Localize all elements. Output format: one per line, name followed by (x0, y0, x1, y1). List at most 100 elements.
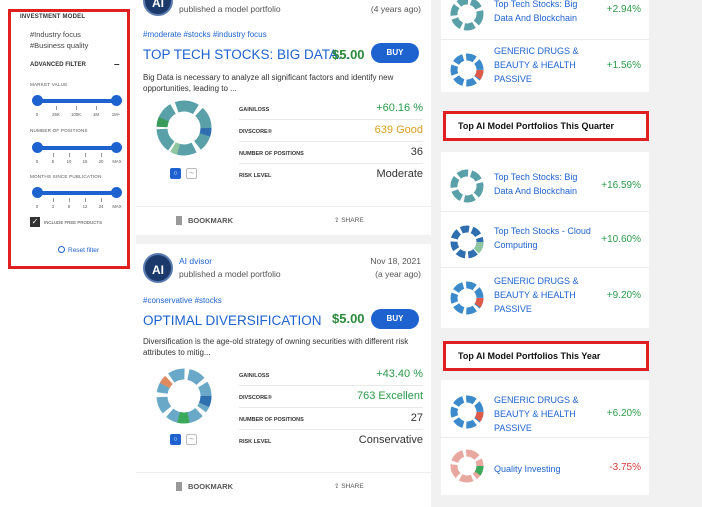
tick-label: 0 (35, 112, 39, 117)
list-item[interactable]: GENERIC DRUGS & BEAUTY & HEALTH PASSIVE … (441, 268, 649, 328)
allocation-donut-icon (450, 225, 484, 259)
stat-row: DIVSCORE® 763 Excellent (239, 388, 423, 408)
portfolio-tags[interactable]: #conservative #stocks (143, 296, 222, 305)
portfolio-description: Big Data is necessary to analyze all sig… (143, 73, 394, 93)
quarter-section-heading: Top AI Model Portfolios This Quarter (443, 111, 649, 141)
line-view-icon[interactable]: ∼ (186, 434, 197, 445)
portfolio-name[interactable]: GENERIC DRUGS & BEAUTY & HEALTH PASSIVE (494, 274, 594, 316)
stat-row: GAIN/LOSS +60.16 % (239, 100, 423, 120)
stat-label: RISK LEVEL (239, 439, 272, 445)
portfolio-name[interactable]: GENERIC DRUGS & BEAUTY & HEALTH PASSIVE (494, 44, 594, 86)
donut-view-icon[interactable]: ○ (170, 434, 181, 445)
bookmark-button[interactable]: BOOKMARK (176, 216, 233, 225)
positions-max-handle[interactable] (111, 142, 122, 153)
portfolio-tags[interactable]: #moderate #stocks #industry focus (143, 30, 267, 39)
tag-business-quality[interactable]: #Business quality (30, 41, 88, 50)
stat-row: NUMBER OF POSITIONS 27 (239, 410, 423, 430)
buy-button[interactable]: BUY (371, 43, 419, 63)
portfolio-name[interactable]: Top Tech Stocks - Cloud Computing (494, 224, 594, 252)
months-tickmarks (30, 198, 125, 204)
collapse-toggle[interactable]: – (114, 59, 120, 70)
advanced-filter-heading: ADVANCED FILTER (30, 62, 86, 68)
portfolio-return: +9.20% (606, 290, 641, 301)
card-footer: BOOKMARK ⇪ SHARE (136, 472, 431, 500)
tick-label: 5 (51, 159, 55, 164)
tick-label: 3 (51, 204, 55, 209)
positions-slider[interactable] (32, 142, 122, 153)
months-min-handle[interactable] (32, 187, 43, 198)
list-item[interactable]: Top Tech Stocks: Big Data And Blockchain… (441, 156, 649, 212)
portfolio-title[interactable]: TOP TECH STOCKS: BIG DATA... (143, 47, 349, 62)
share-label: SHARE (341, 217, 364, 224)
include-free-checkbox[interactable]: ✓ (30, 217, 40, 227)
list-item[interactable]: GENERIC DRUGS & BEAUTY & HEALTH PASSIVE … (441, 382, 649, 438)
stat-label: DIVSCORE® (239, 129, 272, 135)
filter-sidebar: INVESTMENT MODEL #Industry focus #Busine… (0, 0, 136, 507)
publish-ago: (a year ago) (375, 269, 421, 279)
market-value-max-handle[interactable] (111, 95, 122, 106)
investment-model-heading: INVESTMENT MODEL (20, 14, 86, 20)
reset-filter-label: Reset filter (68, 247, 100, 254)
avatar[interactable]: AI (143, 0, 173, 16)
allocation-donut-chart (156, 368, 212, 424)
tick-label: MAX (112, 159, 122, 164)
share-button[interactable]: ⇪ SHARE (334, 482, 364, 490)
portfolio-name[interactable]: Quality Investing (494, 462, 594, 476)
stat-label: NUMBER OF POSITIONS (239, 417, 304, 423)
months-max-handle[interactable] (111, 187, 122, 198)
portfolio-title[interactable]: OPTIMAL DIVERSIFICATION (143, 313, 322, 328)
stat-label: NUMBER OF POSITIONS (239, 151, 304, 157)
stat-value: 639 Good (374, 124, 423, 136)
portfolio-return: +2.94% (606, 4, 641, 15)
card-footer: BOOKMARK ⇪ SHARE (136, 206, 431, 234)
stat-label: GAIN/LOSS (239, 107, 270, 113)
avatar[interactable]: AI (143, 253, 173, 283)
months-slider[interactable] (32, 187, 122, 198)
portfolio-return: +1.56% (606, 60, 641, 71)
allocation-donut-icon (450, 281, 484, 315)
price: $5.00 (332, 311, 365, 326)
buy-button[interactable]: BUY (371, 309, 419, 329)
market-value-min-handle[interactable] (32, 95, 43, 106)
reset-filter-link[interactable]: Reset filter (58, 246, 99, 254)
stat-row: NUMBER OF POSITIONS 36 (239, 144, 423, 164)
share-button[interactable]: ⇪ SHARE (334, 216, 364, 224)
stat-row: RISK LEVEL Moderate (239, 166, 423, 186)
donut-view-icon[interactable]: ○ (170, 168, 181, 179)
bookmark-button[interactable]: BOOKMARK (176, 482, 233, 491)
stat-value: +60.16 % (376, 102, 423, 114)
tick-label: MAX (112, 204, 122, 209)
tag-industry-focus[interactable]: #Industry focus (30, 30, 81, 39)
portfolio-name[interactable]: Top Tech Stocks: Big Data And Blockchain (494, 0, 594, 25)
bookmark-label: BOOKMARK (188, 216, 233, 225)
stat-row: DIVSCORE® 639 Good (239, 122, 423, 142)
tick-label: 100K (70, 112, 82, 117)
tick-label: 6 (67, 204, 71, 209)
list-item[interactable]: Top Tech Stocks - Cloud Computing +10.60… (441, 212, 649, 268)
allocation-donut-icon (450, 169, 484, 203)
list-item[interactable]: Quality Investing -3.75% (441, 440, 649, 492)
portfolio-card: AI AI dvisor published a model portfolio… (136, 244, 431, 507)
stat-value: 36 (410, 146, 423, 158)
line-view-icon[interactable]: ∼ (186, 168, 197, 179)
portfolio-name[interactable]: GENERIC DRUGS & BEAUTY & HEALTH PASSIVE (494, 393, 594, 435)
positions-min-handle[interactable] (32, 142, 43, 153)
portfolio-name[interactable]: Top Tech Stocks: Big Data And Blockchain (494, 170, 594, 198)
bookmark-label: BOOKMARK (188, 482, 233, 491)
publish-ago: (4 years ago) (370, 4, 421, 14)
market-value-slider[interactable] (32, 95, 122, 106)
allocation-donut-icon (450, 395, 484, 429)
tick-label: 24 (98, 204, 104, 209)
portfolio-return: +16.59% (601, 180, 641, 191)
allocation-donut-icon (450, 449, 484, 483)
stat-row: GAIN/LOSS +43.40 % (239, 366, 423, 386)
list-item[interactable]: GENERIC DRUGS & BEAUTY & HEALTH PASSIVE … (441, 40, 649, 92)
tick-label: 10 (66, 159, 72, 164)
author-name[interactable]: AI dvisor (179, 256, 212, 266)
bookmark-icon (176, 216, 182, 225)
list-item[interactable]: Top Tech Stocks: Big Data And Blockchain… (441, 0, 649, 40)
tick-label: 1M+ (111, 112, 121, 117)
positions-label: NUMBER OF POSITIONS (30, 128, 88, 133)
stat-label: DIVSCORE® (239, 395, 272, 401)
publish-action: published a model portfolio (179, 4, 281, 14)
